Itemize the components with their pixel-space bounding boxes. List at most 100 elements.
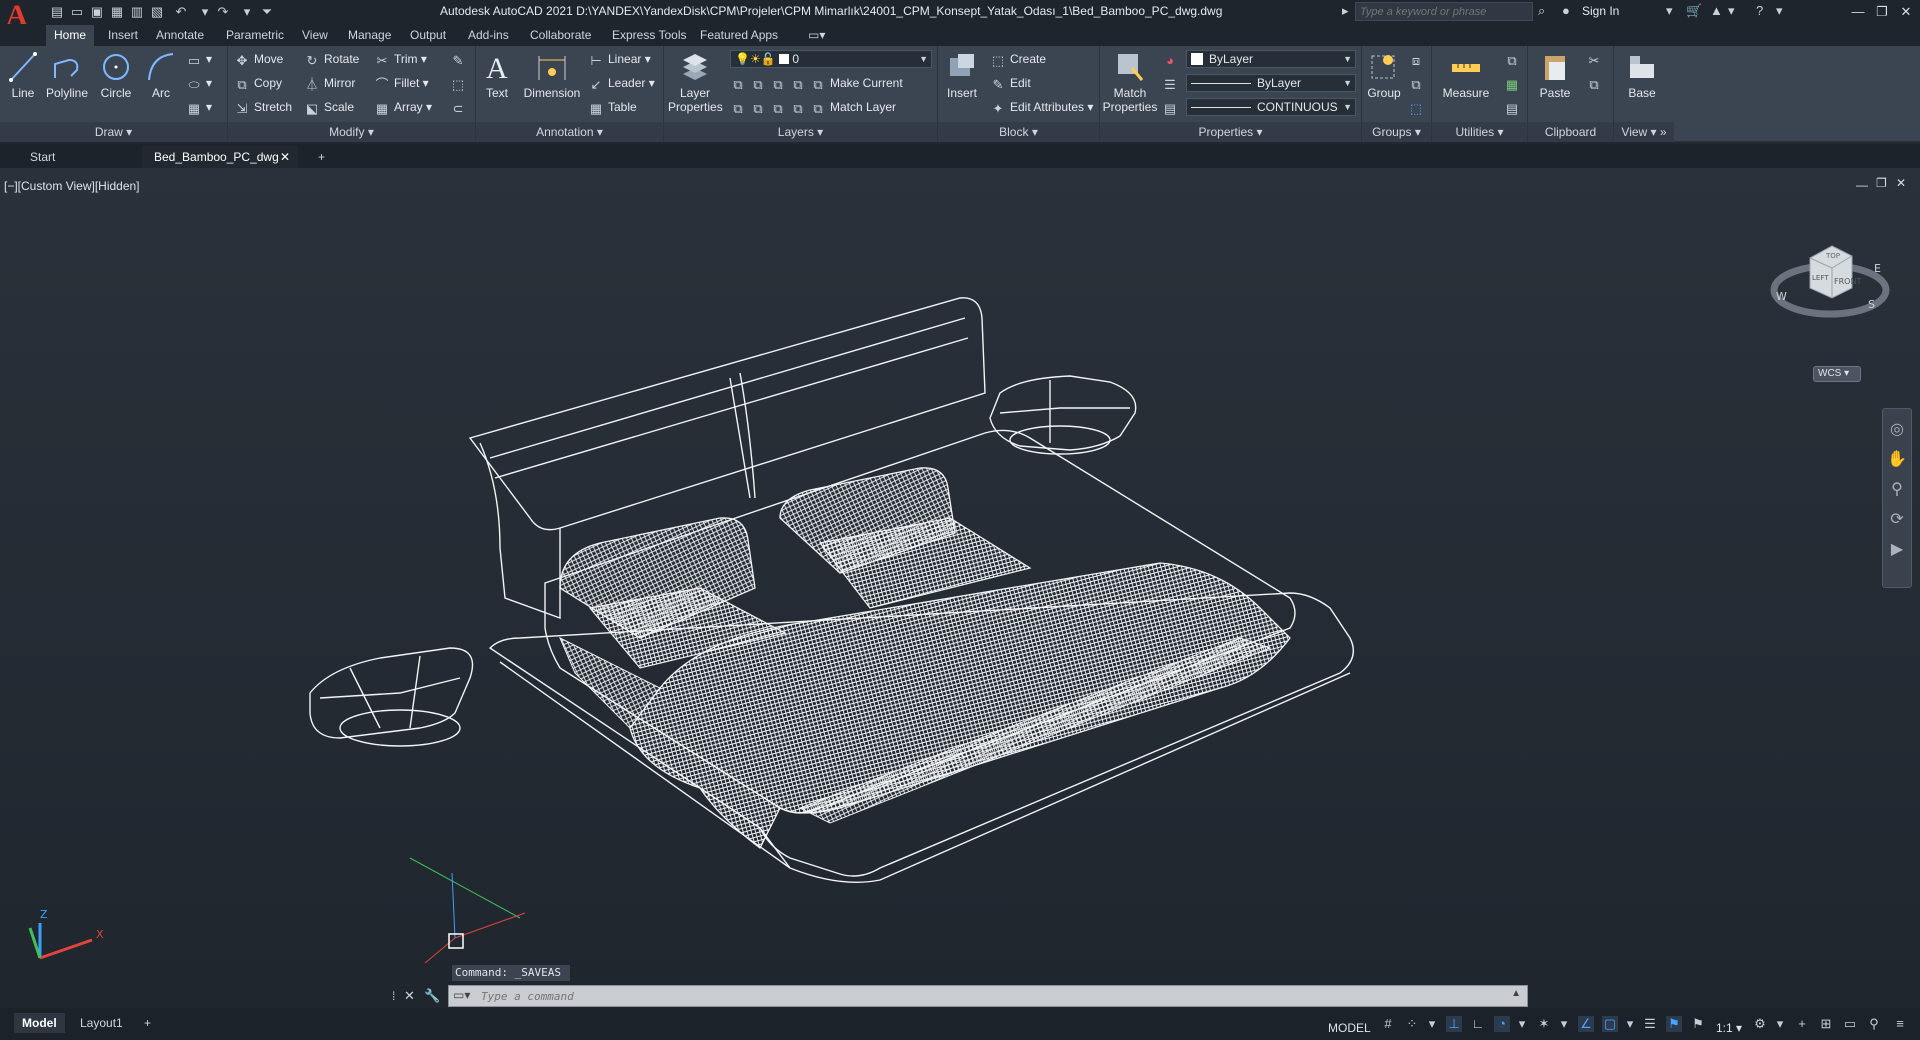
polyline-button[interactable]: Polyline	[44, 50, 90, 100]
tab-active-drawing[interactable]: Bed_Bamboo_PC_dwg ✕	[142, 146, 298, 168]
new-icon[interactable]: ▤	[48, 3, 66, 21]
tab-collaborate[interactable]: Collaborate	[522, 27, 599, 43]
customization-menu-icon[interactable]: ≡	[1892, 1016, 1908, 1032]
tab-insert[interactable]: Insert	[100, 27, 146, 43]
drawing-viewport[interactable]: [−][Custom View][Hidden] — ❐ ✕ Z X TOP F…	[0, 168, 1920, 1008]
clean-screen-icon[interactable]: ▭	[1842, 1016, 1858, 1032]
tab-start[interactable]: Start	[18, 146, 138, 168]
match-properties-button[interactable]: Match Properties	[1102, 50, 1158, 114]
ungroup-icon[interactable]: ⧈	[1408, 50, 1428, 68]
isodraft-icon[interactable]: ✶	[1536, 1016, 1552, 1032]
block-panel-title[interactable]: Block ▾	[938, 122, 1099, 142]
sign-in-link[interactable]: Sign In	[1582, 4, 1619, 18]
tab-express-tools[interactable]: Express Tools	[604, 27, 694, 43]
snap-icon[interactable]: ⁘	[1404, 1016, 1420, 1032]
annotation-visibility-icon[interactable]: ⚑	[1666, 1016, 1682, 1032]
tab-add-ins[interactable]: Add-ins	[460, 27, 517, 43]
user-icon[interactable]: ●	[1562, 3, 1570, 18]
insert-button[interactable]: Insert	[942, 50, 982, 100]
edit-block-button[interactable]: ✎ Edit	[990, 74, 1031, 92]
layers-panel-title[interactable]: Layers ▾	[664, 122, 937, 142]
ribbon-options-icon[interactable]: ▭▾	[800, 27, 833, 43]
restore-icon[interactable]: ❐	[1872, 2, 1892, 22]
tab-featured-apps[interactable]: Featured Apps	[692, 27, 786, 43]
draw-panel-title[interactable]: Draw ▾	[0, 122, 227, 142]
offset-icon[interactable]: ⊂	[450, 98, 470, 116]
calculator-icon[interactable]: ▤	[1504, 98, 1524, 116]
customize-qat-icon[interactable]: ⏷	[258, 3, 276, 21]
expand-arrow-icon[interactable]: ▸	[1342, 3, 1349, 19]
cart-icon[interactable]: 🛒	[1686, 3, 1702, 19]
help-dropdown-icon[interactable]: ▾	[1776, 3, 1783, 19]
rectangle-icon[interactable]: ▭ ▾	[186, 50, 212, 68]
groups-panel-title[interactable]: Groups ▾	[1362, 122, 1431, 142]
layer-tools-row1[interactable]: ⧉ ⧉ ⧉ ⧉	[730, 74, 810, 92]
tab-view[interactable]: View	[294, 27, 336, 43]
grid-icon[interactable]: #	[1380, 1016, 1396, 1032]
layout1-tab[interactable]: Layout1	[72, 1013, 131, 1033]
rotate-button[interactable]: ↻ Rotate	[304, 50, 360, 68]
minimize-icon[interactable]: —	[1848, 2, 1868, 22]
layer-properties-button[interactable]: Layer Properties	[668, 50, 723, 114]
new-tab-icon[interactable]: +	[306, 146, 336, 168]
mirror-button[interactable]: ⏃ Mirror	[304, 74, 355, 92]
tab-parametric[interactable]: Parametric	[218, 27, 292, 43]
a360-dropdown-icon[interactable]: ▾	[1728, 3, 1735, 19]
utilities-panel-title[interactable]: Utilities ▾	[1432, 122, 1527, 142]
boundary-icon[interactable]: ▦ ▾	[186, 98, 212, 116]
create-block-button[interactable]: ⬚ Create	[990, 50, 1046, 68]
zoom-icon[interactable]: ⚲	[1883, 479, 1911, 499]
hardware-acceleration-icon[interactable]: ⚲	[1866, 1016, 1882, 1032]
color-dropdown[interactable]: ByLayer ▼	[1186, 50, 1356, 68]
select-all-icon[interactable]: ▦	[1504, 74, 1524, 92]
arc-button[interactable]: Arc	[144, 50, 178, 100]
wcs-dropdown[interactable]: WCS ▾	[1813, 366, 1861, 382]
annotation-panel-title[interactable]: Annotation ▾	[476, 122, 663, 142]
showmotion-icon[interactable]: ▶	[1883, 539, 1911, 559]
plot-icon[interactable]: ▧	[148, 3, 166, 21]
object-snap-tracking-icon[interactable]: ∠	[1578, 1016, 1594, 1032]
viewcube[interactable]: TOP FRONT LEFT W S E	[1770, 228, 1890, 328]
undo-dropdown-icon[interactable]: ▾	[196, 3, 214, 21]
modify-panel-title[interactable]: Modify ▾	[228, 122, 475, 142]
save-icon[interactable]: ▣	[88, 3, 106, 21]
line-button[interactable]: Line	[6, 50, 40, 100]
table-button[interactable]: ▦ Table	[588, 98, 637, 116]
tab-output[interactable]: Output	[402, 27, 454, 43]
help-icon[interactable]: ?	[1756, 3, 1763, 18]
model-space-label[interactable]: MODEL	[1328, 1021, 1371, 1035]
measure-button[interactable]: Measure	[1438, 50, 1494, 100]
dimension-button[interactable]: Dimension	[520, 50, 584, 100]
text-button[interactable]: A Text	[480, 50, 514, 100]
open-icon[interactable]: ▭	[68, 3, 86, 21]
search-icon[interactable]: ⌕	[1538, 3, 1545, 19]
autodesk-a360-icon[interactable]: ▲	[1710, 3, 1723, 18]
osnap-dropdown-icon[interactable]: ▾	[1622, 1016, 1638, 1032]
fillet-button[interactable]: ⌒ Fillet ▾	[374, 74, 428, 92]
annotation-autoscale-icon[interactable]: ⚑	[1690, 1016, 1706, 1032]
group-selection-icon[interactable]: ⬚	[1408, 98, 1428, 116]
match-layer-button[interactable]: ⧉ Match Layer	[810, 98, 896, 116]
steering-wheel-icon[interactable]: ◎	[1883, 419, 1911, 439]
paste-button[interactable]: Paste	[1534, 50, 1576, 100]
workspace-dropdown-icon[interactable]: ▾	[1772, 1016, 1788, 1032]
hatch-icon[interactable]: ⬭ ▾	[186, 74, 212, 92]
copy-clip-icon[interactable]: ⧉	[1586, 74, 1606, 92]
trim-button[interactable]: ✂ Trim ▾	[374, 50, 427, 68]
pan-icon[interactable]: ✋	[1883, 449, 1911, 469]
tab-home[interactable]: Home	[46, 25, 95, 46]
command-close-icon[interactable]: ✕	[404, 985, 420, 1007]
command-input[interactable]	[481, 988, 1381, 1004]
ortho-icon[interactable]: ∟	[1470, 1016, 1486, 1032]
tab-manage[interactable]: Manage	[340, 27, 399, 43]
layer-tools-row2[interactable]: ⧉ ⧉ ⧉ ⧉	[730, 98, 810, 116]
circle-button[interactable]: Circle	[96, 50, 136, 100]
quick-select-icon[interactable]: ⧉	[1504, 50, 1524, 68]
lineweight-dropdown[interactable]: ByLayer ▼	[1186, 74, 1356, 92]
sign-in-dropdown-icon[interactable]: ▾	[1666, 3, 1673, 19]
object-snap-icon[interactable]: ▢	[1602, 1016, 1618, 1032]
edit-attributes-button[interactable]: ✦ Edit Attributes ▾	[990, 98, 1094, 116]
view-panel-title[interactable]: View ▾ »	[1614, 122, 1674, 142]
stretch-button[interactable]: ⇲ Stretch	[234, 98, 292, 116]
undo-icon[interactable]: ↶	[172, 3, 190, 21]
